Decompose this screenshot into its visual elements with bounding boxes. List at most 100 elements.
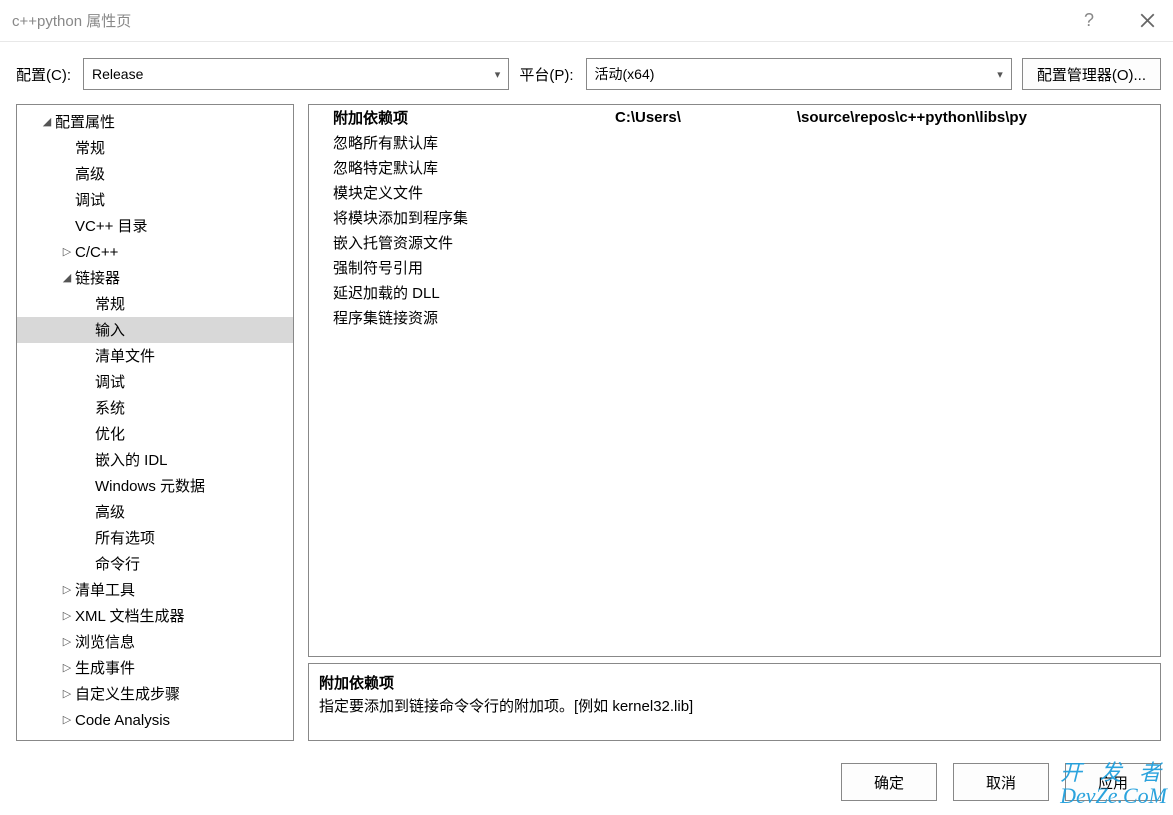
tree-item-label: C/C++	[75, 240, 118, 265]
titlebar: c++python 属性页 ?	[0, 0, 1173, 42]
grid-row[interactable]: 强制符号引用	[309, 255, 1160, 280]
tree-item-label: 嵌入的 IDL	[95, 448, 168, 473]
tree-item[interactable]: 嵌入的 IDL	[17, 447, 293, 473]
ok-button[interactable]: 确定	[841, 763, 937, 801]
grid-row[interactable]: 附加依赖项C:\Users\\source\repos\c++python\li…	[309, 105, 1160, 130]
help-button[interactable]: ?	[1069, 3, 1109, 39]
main-area: ◢ 配置属性 常规高级调试VC++ 目录▷C/C++◢链接器常规输入清单文件调试…	[0, 104, 1173, 753]
chevron-down-icon: ▾	[495, 68, 501, 81]
property-grid[interactable]: 附加依赖项C:\Users\\source\repos\c++python\li…	[308, 104, 1161, 657]
close-icon	[1140, 13, 1155, 28]
description-body: 指定要添加到链接命令令行的附加项。[例如 kernel32.lib]	[319, 695, 1150, 716]
expand-icon[interactable]: ◢	[59, 266, 75, 291]
right-column: 附加依赖项C:\Users\\source\repos\c++python\li…	[308, 104, 1161, 741]
grid-row-label: 附加依赖项	[309, 107, 609, 128]
platform-combo[interactable]: 活动(x64) ▾	[586, 58, 1012, 90]
tree-item[interactable]: 所有选项	[17, 525, 293, 551]
config-combo[interactable]: Release ▾	[83, 58, 509, 90]
tree-item[interactable]: ▷XML 文档生成器	[17, 603, 293, 629]
tree-item-label: 命令行	[95, 552, 140, 577]
config-label: 配置(C):	[16, 64, 71, 85]
tree-root-label: 配置属性	[55, 110, 115, 135]
tree-item[interactable]: Windows 元数据	[17, 473, 293, 499]
expand-icon[interactable]: ▷	[59, 240, 75, 265]
tree-item-label: 优化	[95, 422, 125, 447]
grid-row-label: 模块定义文件	[309, 182, 609, 203]
grid-row-label: 忽略特定默认库	[309, 157, 609, 178]
tree-item[interactable]: 调试	[17, 187, 293, 213]
tree-item-label: Windows 元数据	[95, 474, 205, 499]
tree-item-label: 清单工具	[75, 578, 135, 603]
tree-item-label: 浏览信息	[75, 630, 135, 655]
grid-row-label: 延迟加载的 DLL	[309, 282, 609, 303]
tree-item-label: 常规	[75, 136, 105, 161]
expand-icon[interactable]: ▷	[59, 708, 75, 733]
grid-row[interactable]: 模块定义文件	[309, 180, 1160, 205]
tree-item[interactable]: 常规	[17, 291, 293, 317]
tree-item[interactable]: ▷生成事件	[17, 655, 293, 681]
config-manager-button[interactable]: 配置管理器(O)...	[1022, 58, 1161, 90]
tree-item-label: 生成事件	[75, 656, 135, 681]
tree-item-label: 系统	[95, 396, 125, 421]
tree-item[interactable]: 命令行	[17, 551, 293, 577]
chevron-down-icon: ▾	[997, 68, 1003, 81]
apply-button[interactable]: 应用	[1065, 763, 1161, 801]
cancel-button[interactable]: 取消	[953, 763, 1049, 801]
tree-item-label: Code Analysis	[75, 708, 170, 733]
grid-row[interactable]: 嵌入托管资源文件	[309, 230, 1160, 255]
grid-row-value[interactable]: C:\Users\\source\repos\c++python\libs\py	[609, 109, 1160, 126]
tree-item[interactable]: 优化	[17, 421, 293, 447]
grid-row-label: 忽略所有默认库	[309, 132, 609, 153]
tree-panel[interactable]: ◢ 配置属性 常规高级调试VC++ 目录▷C/C++◢链接器常规输入清单文件调试…	[16, 104, 294, 741]
tree-item-label: XML 文档生成器	[75, 604, 184, 629]
tree-item[interactable]: 系统	[17, 395, 293, 421]
tree-item-label: VC++ 目录	[75, 214, 148, 239]
tree-item[interactable]: 高级	[17, 499, 293, 525]
tree-item-label: 调试	[75, 188, 105, 213]
expand-icon[interactable]: ▷	[59, 604, 75, 629]
tree-item[interactable]: 高级	[17, 161, 293, 187]
tree-item-label: 常规	[95, 292, 125, 317]
tree-item[interactable]: ▷C/C++	[17, 239, 293, 265]
config-value: Release	[92, 66, 143, 82]
platform-value: 活动(x64)	[595, 64, 655, 84]
tree-item[interactable]: ▷清单工具	[17, 577, 293, 603]
tree-item-label: 链接器	[75, 266, 120, 291]
config-row: 配置(C): Release ▾ 平台(P): 活动(x64) ▾ 配置管理器(…	[0, 42, 1173, 104]
tree-item-label: 高级	[95, 500, 125, 525]
grid-row[interactable]: 将模块添加到程序集	[309, 205, 1160, 230]
collapse-icon[interactable]: ◢	[39, 110, 55, 135]
tree-item[interactable]: ◢链接器	[17, 265, 293, 291]
tree-item[interactable]: 调试	[17, 369, 293, 395]
tree-item[interactable]: ▷Code Analysis	[17, 707, 293, 733]
tree-item-label: 输入	[95, 318, 125, 343]
tree-item[interactable]: 常规	[17, 135, 293, 161]
tree-item[interactable]: 输入	[17, 317, 293, 343]
expand-icon[interactable]: ▷	[59, 656, 75, 681]
tree-item-label: 自定义生成步骤	[75, 682, 180, 707]
tree-item[interactable]: ▷浏览信息	[17, 629, 293, 655]
close-button[interactable]	[1127, 3, 1167, 39]
grid-row-label: 程序集链接资源	[309, 307, 609, 328]
description-title: 附加依赖项	[319, 672, 1150, 693]
window-title: c++python 属性页	[12, 10, 131, 31]
grid-row-label: 将模块添加到程序集	[309, 207, 609, 228]
tree-item[interactable]: 清单文件	[17, 343, 293, 369]
tree-item[interactable]: ▷自定义生成步骤	[17, 681, 293, 707]
grid-row[interactable]: 忽略所有默认库	[309, 130, 1160, 155]
platform-label: 平台(P):	[519, 64, 573, 85]
grid-row[interactable]: 忽略特定默认库	[309, 155, 1160, 180]
grid-row[interactable]: 延迟加载的 DLL	[309, 280, 1160, 305]
expand-icon[interactable]: ▷	[59, 630, 75, 655]
expand-icon[interactable]: ▷	[59, 682, 75, 707]
grid-row-label: 嵌入托管资源文件	[309, 232, 609, 253]
tree-item[interactable]: VC++ 目录	[17, 213, 293, 239]
tree-item-label: 调试	[95, 370, 125, 395]
grid-row-label: 强制符号引用	[309, 257, 609, 278]
tree-item-label: 所有选项	[95, 526, 155, 551]
tree-root[interactable]: ◢ 配置属性	[17, 109, 293, 135]
tree-item-label: 清单文件	[95, 344, 155, 369]
expand-icon[interactable]: ▷	[59, 578, 75, 603]
titlebar-controls: ?	[1069, 3, 1167, 39]
grid-row[interactable]: 程序集链接资源	[309, 305, 1160, 330]
